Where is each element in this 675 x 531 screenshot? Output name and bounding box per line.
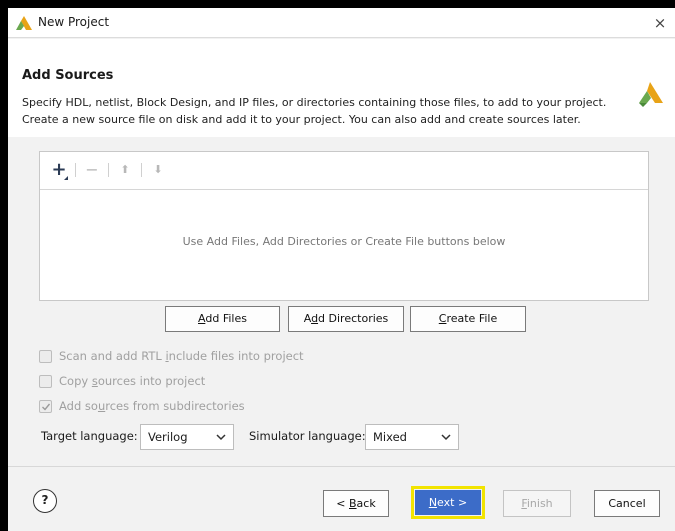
finish-button[interactable]: Finish [503,490,571,517]
button-label: A [303,312,312,325]
checkbox[interactable] [39,375,52,388]
vivado-logo-icon [16,16,32,30]
vivado-logo-icon [639,82,663,107]
next-button-highlight: Next > [411,486,485,519]
back-button[interactable]: < Back [323,490,389,517]
toolbar-separator [108,163,109,177]
move-down-icon[interactable]: ⬇ [149,161,167,179]
target-language-label: Target language: [41,429,138,443]
target-language-select[interactable]: Verilog [140,424,234,450]
add-directories-button[interactable]: Add Directories [288,306,404,332]
help-button[interactable]: ? [33,489,57,513]
dropdown-corner-icon [64,176,68,180]
chevron-down-icon [216,434,226,441]
select-value: Mixed [373,430,407,444]
select-value: Verilog [148,430,188,444]
add-files-button[interactable]: Add Files [165,306,280,332]
button-label: d Directories [318,312,389,325]
chevron-down-icon [441,434,451,441]
toolbar-separator [75,163,76,177]
remove-icon[interactable]: − [83,161,101,179]
option-label: Copy sources into project [59,374,206,388]
option-label: Add sources from subdirectories [59,399,245,413]
checkbox-checked[interactable] [39,400,52,413]
mnemonic: d [311,312,319,325]
window-title: New Project [38,15,110,29]
footer-divider [8,466,675,467]
page-header: Add Sources Specify HDL, netlist, Block … [8,39,675,137]
checkbox[interactable] [39,350,52,363]
simulator-language-select[interactable]: Mixed [365,424,459,450]
move-up-icon[interactable]: ⬆ [116,161,134,179]
description-line-2: Create a new source file on disk and add… [22,113,581,126]
cancel-button[interactable]: Cancel [594,490,660,517]
sources-toolbar: + − ⬆ ⬇ [40,152,648,190]
close-icon[interactable]: × [649,12,671,34]
option-label: Scan and add RTL include files into proj… [59,349,304,363]
simulator-language-label: Simulator language: [249,429,366,443]
next-button[interactable]: Next > [415,490,481,515]
create-file-button[interactable]: Create File [410,306,526,332]
page-title: Add Sources [22,68,114,83]
description-line-1: Specify HDL, netlist, Block Design, and … [22,96,607,109]
page-description: Specify HDL, netlist, Block Design, and … [22,94,622,128]
sources-panel: + − ⬆ ⬇ Use Add Files, Add Directories o… [39,151,649,301]
new-project-dialog: New Project × Add Sources Specify HDL, n… [8,8,675,531]
toolbar-separator [141,163,142,177]
title-bar: New Project × [8,8,675,38]
button-label: reate File [446,312,498,325]
checkmark-icon [42,403,51,411]
button-label: dd Files [205,312,247,325]
empty-sources-message: Use Add Files, Add Directories or Create… [182,235,506,248]
